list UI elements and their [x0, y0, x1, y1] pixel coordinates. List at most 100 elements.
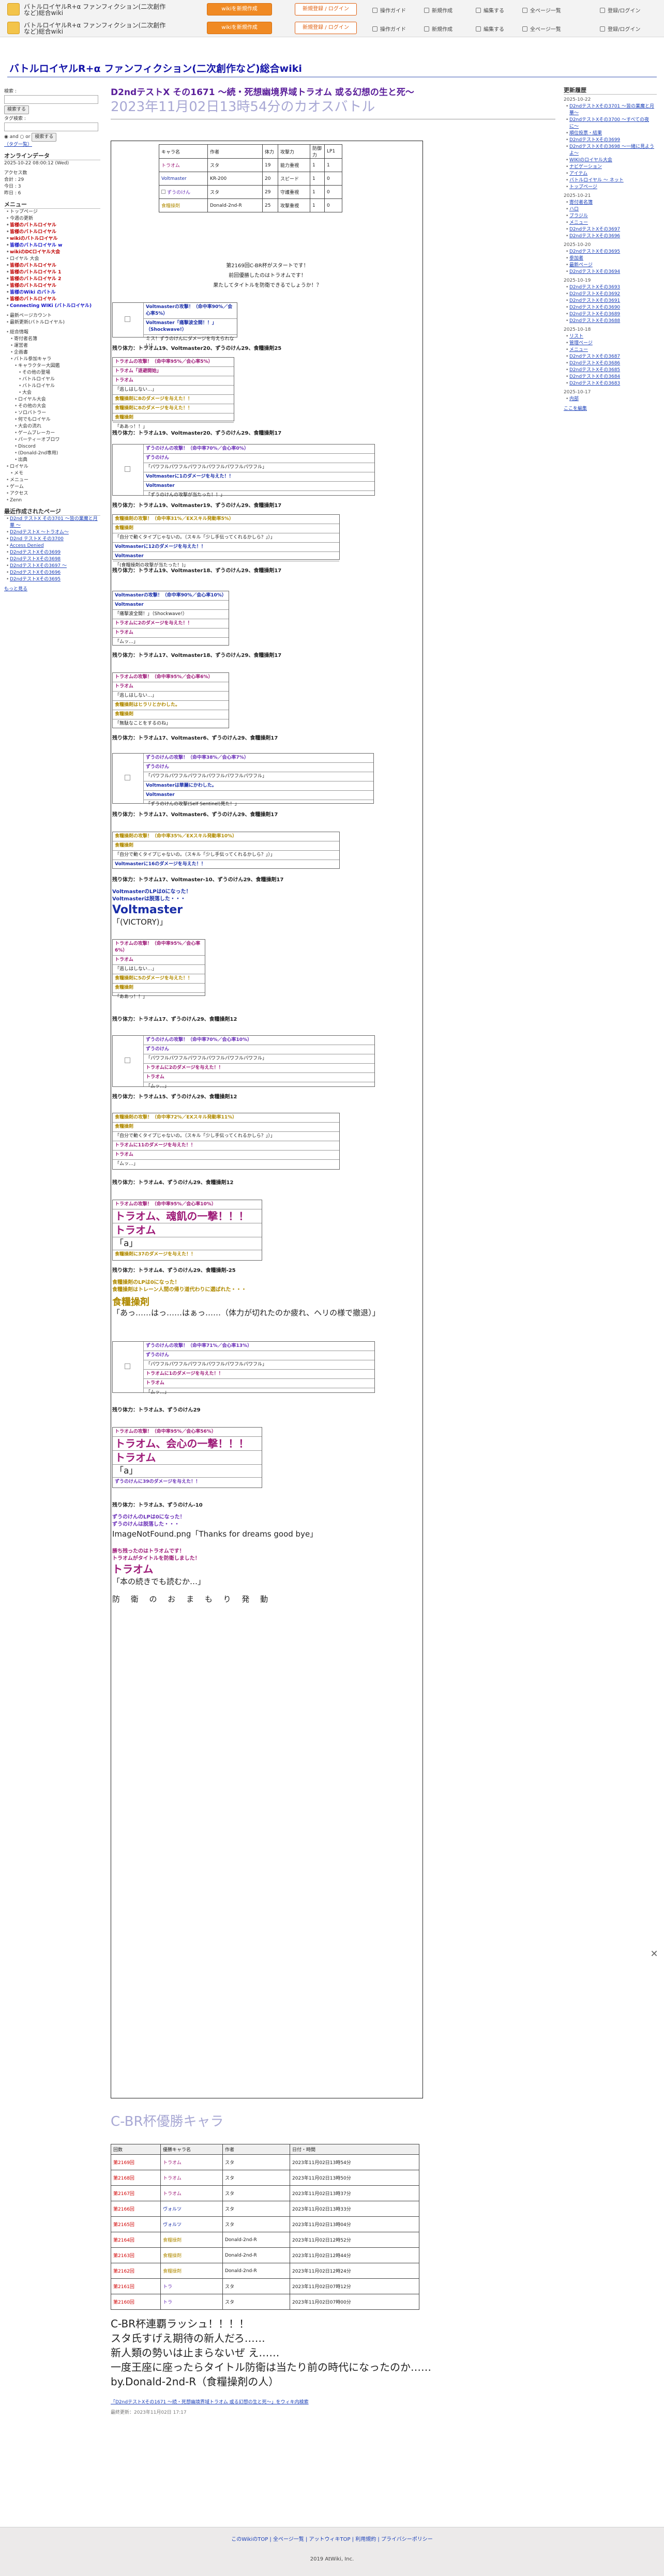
update-item[interactable]: メニュー — [566, 220, 657, 226]
recent-page-item[interactable]: D2ndテストXその3695 — [6, 576, 100, 583]
register-link-2[interactable]: 登録/ログイン — [600, 25, 640, 33]
update-item[interactable]: D2ndテストXその3692 — [566, 291, 657, 298]
update-item[interactable]: D2ndテストXその3694 — [566, 269, 657, 275]
tree-item[interactable]: パーティーオブロワ — [14, 437, 100, 443]
tree-item[interactable]: 出典 — [14, 457, 100, 464]
update-item[interactable]: D2ndテストXその3697 — [566, 226, 657, 233]
new-page-link-2[interactable]: 新規作成 — [424, 25, 452, 33]
menu-item[interactable]: 今週の更新 — [6, 216, 100, 222]
recent-page-item[interactable]: D2ndテストXその3696 — [6, 570, 100, 576]
cast-name[interactable]: 食糧操剤 — [159, 198, 208, 212]
update-item[interactable]: D2ndテストXその3687 — [566, 354, 657, 360]
tree-item[interactable]: Discord — [14, 443, 100, 450]
tag-list-link[interactable]: （タグ一覧） — [4, 142, 32, 147]
winners-cell[interactable]: 食糧操剤 — [160, 2263, 223, 2279]
update-item[interactable]: D2ndテストXその3698 〜一緒に見ようよ〜 — [566, 144, 657, 157]
guide-link[interactable]: 操作ガイド — [372, 6, 406, 14]
recent-page-item[interactable]: D2ndテストXその3698 — [6, 556, 100, 563]
update-item[interactable]: D2ndテストXその3684 — [566, 374, 657, 380]
wiki-title[interactable]: バトルロイヤルR+α ファンフィクション(二次創作など)総合wiki — [9, 61, 302, 75]
tree-item[interactable]: バトルロイヤル — [19, 383, 100, 390]
menu-item[interactable]: wikiのバトルロイヤル — [6, 236, 100, 242]
update-item[interactable]: D2ndテストXその3683 — [566, 380, 657, 387]
winners-cell[interactable]: 食糧操剤 — [160, 2232, 223, 2248]
cast-name[interactable]: ずうのけん — [159, 185, 208, 199]
menu-item[interactable]: wikiのDCロイヤル大会 — [6, 249, 100, 256]
menu-item[interactable]: 皆様のバトルロイヤル 2 — [6, 276, 100, 283]
recent-page-item[interactable]: Access Denied — [6, 543, 100, 549]
menu-item[interactable]: 皆様のバトルロイヤル — [6, 296, 100, 303]
site-name-2[interactable]: バトルロイヤルR+α ファンフィクション(二次創作 など)総合wiki — [24, 22, 194, 35]
login-button-2[interactable]: 新規登録 / ログイン — [295, 22, 357, 34]
tree-item[interactable]: バトルロイヤル — [19, 376, 100, 383]
close-icon[interactable]: ✕ — [650, 1950, 659, 1959]
search-input[interactable] — [4, 95, 98, 104]
tag-and-radio[interactable]: ◉ and — [4, 134, 19, 140]
update-item[interactable]: D2ndテストXその3699 — [566, 137, 657, 144]
update-item[interactable]: 寄付者名簿 — [566, 200, 657, 206]
tree-item[interactable]: ソロバトラー — [14, 410, 100, 417]
update-item[interactable]: ハロ — [566, 206, 657, 213]
tree-item[interactable]: ゲーム — [6, 484, 100, 490]
winners-cell[interactable]: トラオム — [160, 2154, 223, 2170]
search-button[interactable]: 検索する — [4, 105, 29, 114]
tree-item[interactable]: 運営者 — [10, 343, 100, 349]
recent-page-item[interactable]: D2ndテストX 〜トラオム〜 — [6, 529, 100, 536]
tree-item[interactable]: 大会の流れ — [14, 423, 100, 430]
tree-item[interactable]: 寄付者名簿 — [10, 336, 100, 343]
winners-cell[interactable]: 食糧操剤 — [160, 2247, 223, 2263]
winners-cell[interactable]: トラ — [160, 2278, 223, 2294]
tree-item[interactable]: 何でもロイヤル — [14, 417, 100, 423]
recent-page-item[interactable]: D2ndテストXその3699 — [6, 549, 100, 556]
update-item[interactable]: ナビゲーション — [566, 164, 657, 171]
update-item[interactable]: 最新ページ — [566, 262, 657, 269]
update-item[interactable]: D2ndテストXその3696 — [566, 233, 657, 240]
tag-search-input[interactable] — [4, 122, 98, 131]
tree-item[interactable]: ゲームブレーカー — [14, 430, 100, 437]
update-item[interactable]: 管理ページ — [566, 340, 657, 347]
winners-cell[interactable]: トラオム — [160, 2185, 223, 2201]
site-logo-icon[interactable] — [7, 3, 20, 16]
edit-link[interactable]: 編集する — [476, 6, 504, 14]
footer-links[interactable]: このWikiのTOP | 全ページ一覧 | アットウィキTOP | 利用規約 |… — [0, 2535, 664, 2542]
update-item[interactable]: トップページ — [566, 184, 657, 191]
update-item[interactable]: WIKIのロイヤル大会 — [566, 157, 657, 164]
tree-item[interactable]: アクセス — [6, 490, 100, 497]
recent-page-item[interactable]: D2nd テストX その3701 〜皆の業魔と月華 〜 — [6, 516, 100, 529]
cast-name[interactable]: Voltmaster — [159, 172, 208, 186]
tree-item[interactable]: 大会 — [19, 390, 100, 396]
tree-item[interactable]: (Donald-2nd専用) — [14, 450, 100, 457]
site-name[interactable]: バトルロイヤルR+α ファンフィクション(二次創作 など)総合wiki — [24, 4, 194, 16]
edit-here-link[interactable]: ここを編集 — [564, 406, 657, 412]
update-item[interactable]: D2ndテストXその3701 〜皆の業魔と月華〜 — [566, 103, 657, 117]
login-button[interactable]: 新規登録 / ログイン — [295, 3, 357, 16]
update-item[interactable]: D2ndテストXその3695 — [566, 249, 657, 255]
tree-item[interactable]: ロイヤル — [6, 464, 100, 470]
tree-item[interactable]: キャラクター大図鑑 — [14, 363, 100, 370]
update-item[interactable]: D2ndテストXその3693 — [566, 284, 657, 291]
menu-item[interactable]: 皆様のバトルロイヤル — [6, 222, 100, 229]
update-item[interactable]: D2ndテストXその3689 — [566, 311, 657, 318]
menu-item[interactable]: 皆様のバトルロイヤル 1 — [6, 269, 100, 276]
menu-item[interactable]: トップページ — [6, 209, 100, 216]
tag-or-radio[interactable]: ○ or — [20, 134, 31, 140]
create-wiki-button[interactable]: wikiを新規作成 — [207, 3, 272, 16]
tree-item[interactable]: その他の登場 — [19, 370, 100, 376]
more-recent-link[interactable]: もっと見る — [4, 587, 27, 592]
update-item[interactable]: D2ndテストXその3685 — [566, 367, 657, 374]
update-item[interactable]: 順位投票・結果 — [566, 130, 657, 137]
all-pages-link-2[interactable]: 全ページ一覧 — [522, 25, 561, 33]
all-pages-link[interactable]: 全ページ一覧 — [522, 6, 561, 14]
update-item[interactable]: D2ndテストXその3688 — [566, 318, 657, 325]
sub-item[interactable]: 最新ページカウント — [6, 313, 100, 319]
winners-cell[interactable]: ヴォルツ — [160, 2201, 223, 2217]
update-item[interactable]: アイテム — [566, 171, 657, 177]
update-item[interactable]: D2ndテストXその3691 — [566, 298, 657, 304]
tree-item[interactable]: Zenn — [6, 497, 100, 504]
winners-cell[interactable]: ヴォルツ — [160, 2216, 223, 2232]
update-item[interactable]: D2ndテストXその3700 〜すべての夜に〜 — [566, 117, 657, 130]
wiki-search-link[interactable]: 「D2ndテストXその1671 〜続・死想幽境界域トラオム 或る幻想の生と死〜」… — [111, 2398, 309, 2405]
update-item[interactable]: リスト — [566, 333, 657, 340]
tree-item[interactable]: 総合情報 — [6, 329, 100, 336]
site-logo-icon-2[interactable] — [7, 22, 20, 34]
